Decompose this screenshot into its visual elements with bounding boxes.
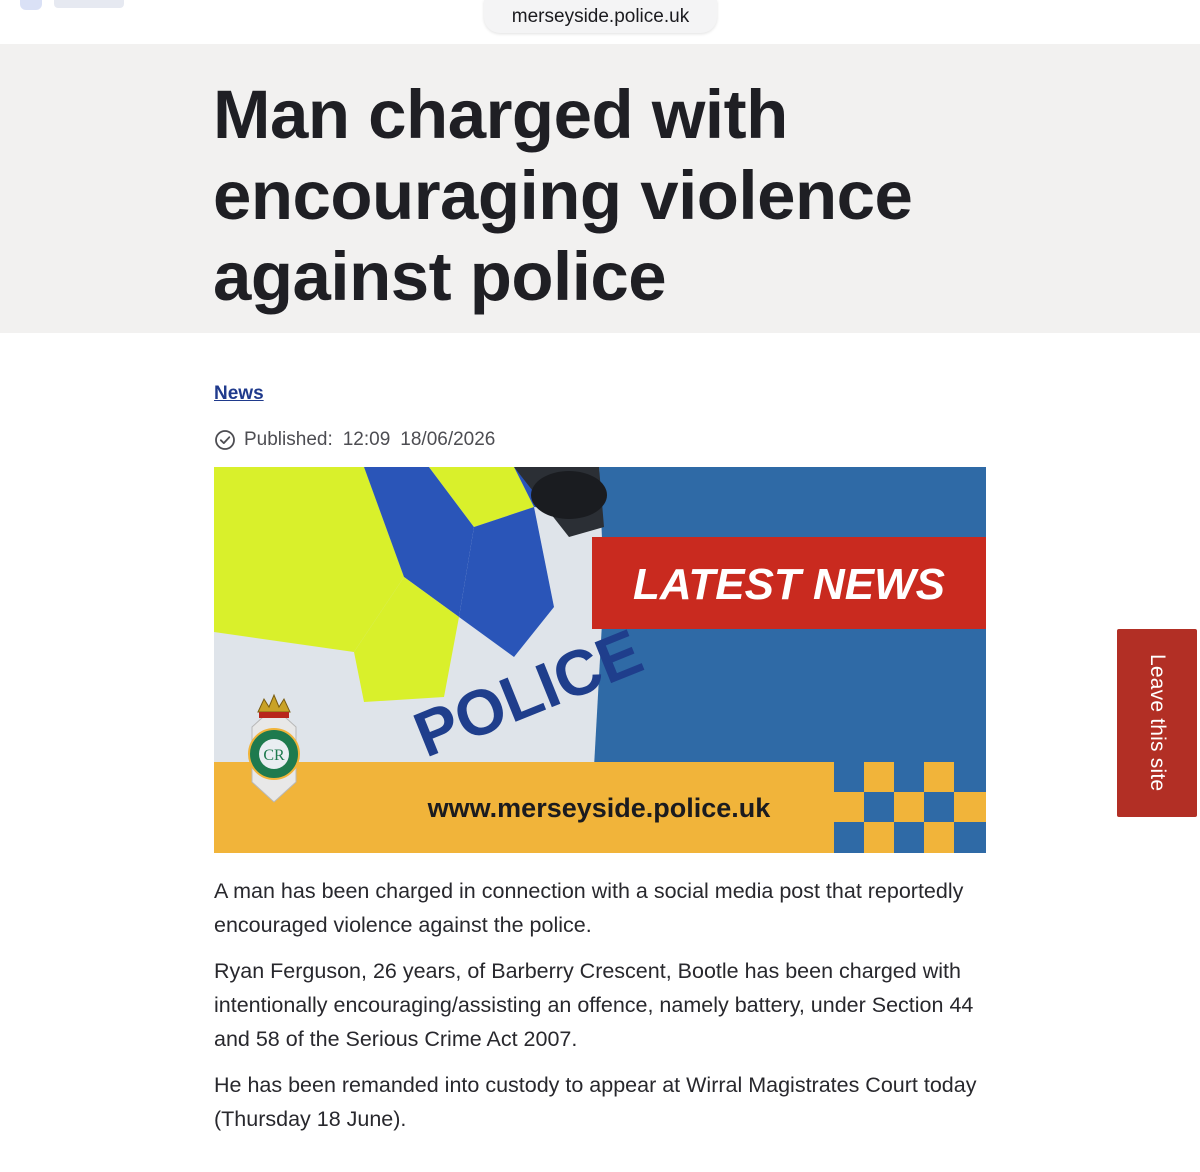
url-bar[interactable]: merseyside.police.uk	[484, 0, 717, 33]
category-link-news[interactable]: News	[214, 383, 264, 405]
article-image: POLICE LATEST NEWS www.merseyside.police…	[214, 467, 986, 853]
check-circle-icon	[215, 430, 235, 450]
browser-topbar: merseyside.police.uk	[0, 0, 1200, 44]
svg-text:CR: CR	[263, 747, 285, 764]
published-time: 12:09	[342, 429, 391, 450]
paragraph: Ryan Ferguson, 26 years, of Barberry Cre…	[214, 959, 974, 1051]
page-title: Man charged with encouraging violence ag…	[213, 76, 913, 315]
published-label: Published:	[244, 429, 333, 450]
latest-news-banner: LATEST NEWS	[633, 560, 945, 609]
published-date: 18/06/2026	[400, 429, 496, 450]
article-body: A man has been charged in connection wit…	[214, 874, 994, 1148]
leave-this-site-button[interactable]: Leave this site	[1117, 629, 1197, 817]
leave-this-site-label: Leave this site	[1146, 654, 1169, 792]
faded-tab-hint	[14, 0, 134, 14]
website-banner-text: www.merseyside.police.uk	[427, 793, 772, 823]
paragraph: He has been remanded into custody to app…	[214, 1073, 977, 1131]
published-info: Published: 12:09 18/06/2026	[214, 429, 495, 451]
article-header: Man charged with encouraging violence ag…	[0, 44, 1200, 333]
paragraph: A man has been charged in connection wit…	[214, 879, 964, 937]
